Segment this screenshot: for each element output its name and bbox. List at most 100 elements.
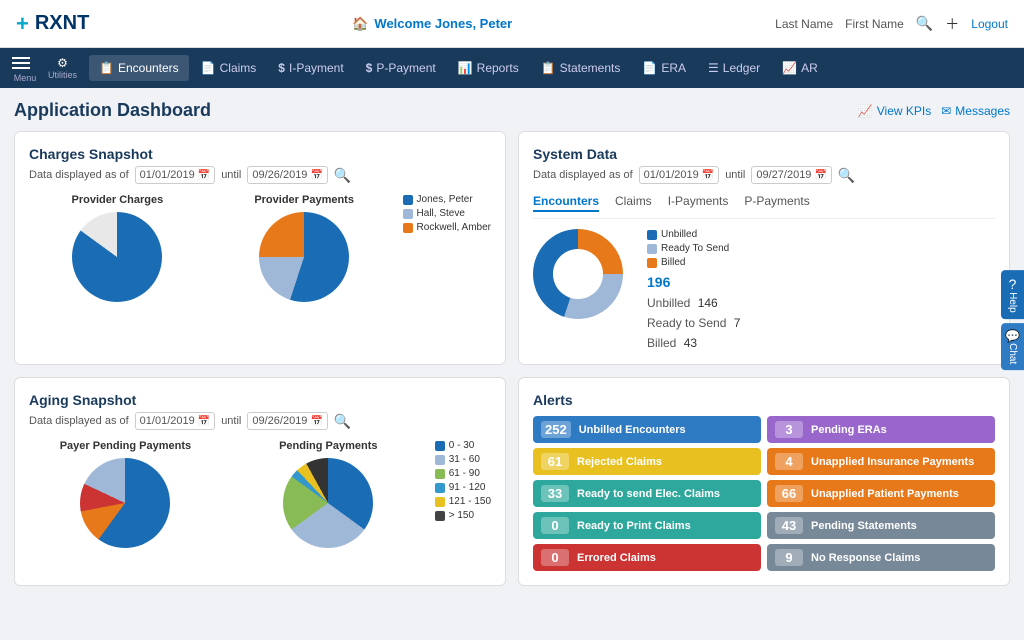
system-stat-unbilled: Unbilled 146 [647,296,740,310]
alerts-left: 252 Unbilled Encounters 61 Rejected Clai… [533,416,761,571]
alert-ready-send-elec[interactable]: 33 Ready to send Elec. Claims [533,480,761,507]
donut-hole [553,249,603,299]
charges-date-row: Data displayed as of 01/01/2019 📅 until … [29,166,491,184]
side-help-panel: ? Help 💬 Chat [1001,270,1024,370]
chat-button[interactable]: 💬 Chat [1001,323,1024,370]
aging-search-button[interactable]: 🔍 [334,413,351,430]
logout-button[interactable]: Logout [971,17,1008,31]
charges-date-from[interactable]: 01/01/2019 📅 [135,166,216,184]
legend-item-unbilled: Unbilled [647,229,740,240]
system-date-from[interactable]: 01/01/2019 📅 [639,166,720,184]
utilities-button[interactable]: ⚙ Utilities [48,56,77,80]
system-data-card: System Data Data displayed as of 01/01/2… [518,131,1010,365]
charges-snapshot-card: Charges Snapshot Data displayed as of 01… [14,131,506,365]
legend-dot-0-30 [435,441,445,451]
nav-item-ppayment[interactable]: $ P-Payment [356,55,446,81]
alerts-right: 3 Pending ERAs 4 Unapplied Insurance Pay… [767,416,995,571]
logo-cross: + [16,11,29,37]
provider-charges-chart: Provider Charges [29,194,206,302]
nav-item-ipayment[interactable]: $ I-Payment [268,55,353,81]
reports-nav-icon: 📊 [458,61,473,75]
encounters-nav-label: Encounters [118,61,179,75]
legend-gt-150: > 150 [435,510,491,521]
legend-dot-31-60 [435,455,445,465]
charges-search-button[interactable]: 🔍 [334,167,351,184]
alerts-grid: 252 Unbilled Encounters 61 Rejected Clai… [533,416,995,571]
legend-dot-61-90 [435,469,445,479]
encounters-donut [533,229,623,319]
calendar-icon: 📅 [198,170,210,181]
ipayment-nav-icon: $ [278,61,285,75]
alert-unapplied-insurance[interactable]: 4 Unapplied Insurance Payments [767,448,995,475]
alert-pending-statements[interactable]: 43 Pending Statements [767,512,995,539]
alert-ready-print[interactable]: 0 Ready to Print Claims [533,512,761,539]
alert-unapplied-patient[interactable]: 66 Unapplied Patient Payments [767,480,995,507]
page-header-actions: 📈 View KPIs ✉ Messages [858,104,1010,118]
ppayment-nav-label: P-Payment [376,61,435,75]
logo: + RXNT [16,11,89,37]
ar-nav-label: AR [801,61,818,75]
nav-item-statements[interactable]: 📋 Statements [531,55,631,81]
aging-snapshot-card: Aging Snapshot Data displayed as of 01/0… [14,377,506,586]
charges-snapshot-title: Charges Snapshot [29,146,491,162]
aging-date-from[interactable]: 01/01/2019 📅 [135,412,216,430]
alert-no-response[interactable]: 9 No Response Claims [767,544,995,571]
legend-dot-ready-send [647,244,657,254]
alert-rejected-claims[interactable]: 61 Rejected Claims [533,448,761,475]
donut-chart-container [533,229,623,319]
aging-legend: 0 - 30 31 - 60 61 - 90 91 - 120 [435,440,491,521]
ledger-nav-icon: ☰ [708,61,719,75]
nav-item-ledger[interactable]: ☰ Ledger [698,55,770,81]
system-stat-total: 196 [647,274,740,290]
payer-pending-pie [80,458,170,548]
pending-payments-label: Pending Payments [279,440,377,452]
system-data-content: Unbilled Ready To Send Billed 196 [533,229,995,350]
plus-icon[interactable]: ＋ [945,14,959,34]
messages-button[interactable]: ✉ Messages [941,104,1010,118]
page-title: Application Dashboard [14,100,211,121]
system-date-row: Data displayed as of 01/01/2019 📅 until … [533,166,995,184]
legend-dot-121-150 [435,497,445,507]
legend-item-rockwell: Rockwell, Amber [403,222,491,233]
welcome-area: 🏠 Welcome Jones, Peter [352,16,512,32]
system-date-until[interactable]: 09/27/2019 📅 [751,166,832,184]
charges-legend: Jones, Peter Hall, Steve Rockwell, Amber [403,194,491,233]
system-legend: Unbilled Ready To Send Billed [647,229,740,268]
menu-button[interactable]: Menu [8,53,42,83]
legend-dot-gt-150 [435,511,445,521]
charges-date-until[interactable]: 09/26/2019 📅 [247,166,328,184]
help-button[interactable]: ? Help [1001,270,1024,319]
question-icon: ? [1009,276,1017,292]
page-content: Application Dashboard 📈 View KPIs ✉ Mess… [0,88,1024,598]
page-header: Application Dashboard 📈 View KPIs ✉ Mess… [14,100,1010,121]
era-nav-label: ERA [661,61,686,75]
nav-item-reports[interactable]: 📊 Reports [448,55,529,81]
claims-nav-label: Claims [220,61,257,75]
nav-item-encounters[interactable]: 📋 Encounters [89,55,189,81]
nav-bar: Menu ⚙ Utilities 📋 Encounters 📄 Claims $… [0,48,1024,88]
gear-icon: ⚙ [57,56,68,70]
tab-ipayments[interactable]: I-Payments [668,194,729,212]
alert-unbilled-encounters[interactable]: 252 Unbilled Encounters [533,416,761,443]
logo-text: RXNT [35,12,89,35]
statements-nav-label: Statements [560,61,621,75]
provider-charges-pie [72,212,162,302]
sys-cal-icon-2: 📅 [814,170,826,181]
aging-date-until[interactable]: 09/26/2019 📅 [247,412,328,430]
alert-errored-claims[interactable]: 0 Errored Claims [533,544,761,571]
search-icon[interactable]: 🔍 [916,15,933,32]
view-kpis-button[interactable]: 📈 View KPIs [858,104,931,118]
tab-ppayments[interactable]: P-Payments [744,194,809,212]
tab-encounters[interactable]: Encounters [533,194,599,212]
nav-item-ar[interactable]: 📈 AR [772,55,828,81]
tab-claims[interactable]: Claims [615,194,652,212]
legend-item-hall: Hall, Steve [403,208,491,219]
alert-pending-eras[interactable]: 3 Pending ERAs [767,416,995,443]
payer-pending-label: Payer Pending Payments [60,440,191,452]
nav-item-claims[interactable]: 📄 Claims [191,55,267,81]
legend-121-150: 121 - 150 [435,496,491,507]
system-stat-billed: Billed 43 [647,336,740,350]
system-search-button[interactable]: 🔍 [838,167,855,184]
nav-item-era[interactable]: 📄 ERA [632,55,696,81]
provider-payments-label: Provider Payments [254,194,354,206]
